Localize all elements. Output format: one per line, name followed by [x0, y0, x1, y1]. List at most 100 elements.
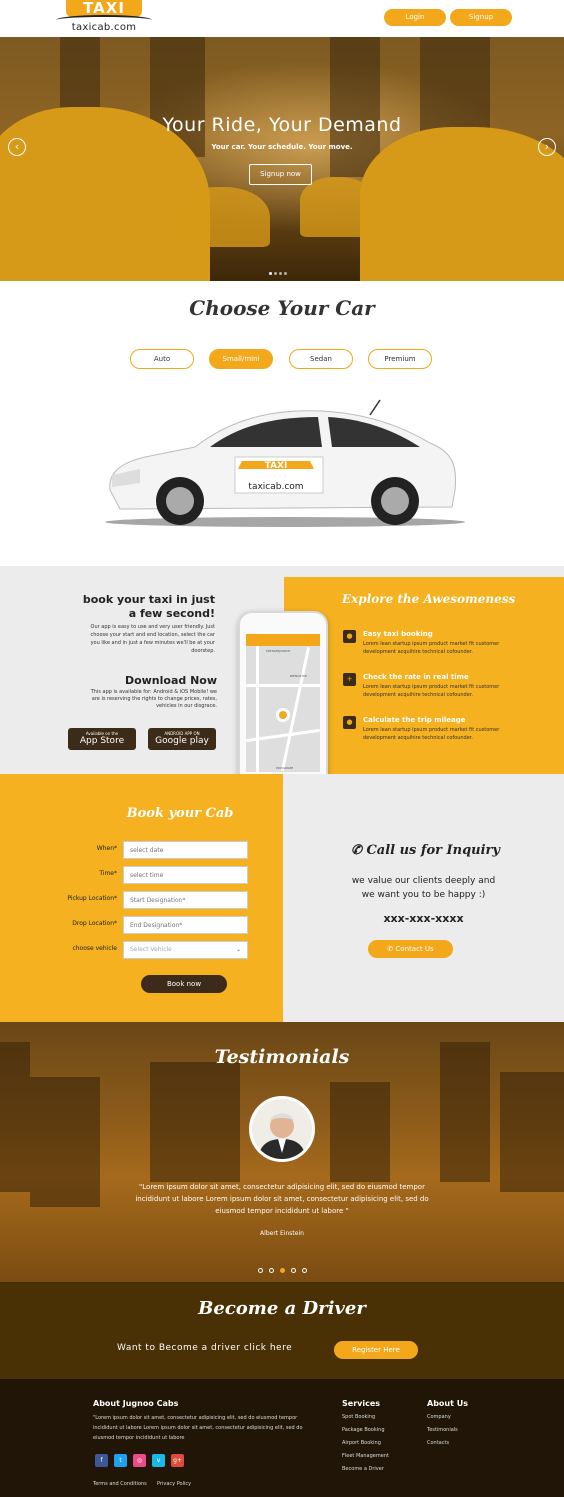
- logo-domain: taxicab.com: [71, 22, 137, 33]
- testimonial-dot[interactable]: [291, 1268, 296, 1273]
- feature-text: Lorem lean startup ipsum product market …: [363, 641, 500, 655]
- chevron-right-icon[interactable]: ›: [538, 138, 556, 156]
- privacy-link[interactable]: Privacy Policy: [157, 1481, 191, 1487]
- pickup-label: Pickup Location*: [67, 895, 117, 902]
- hero-subtitle: Your car. Your schedule. Your move.: [211, 143, 353, 151]
- explore-title: Explore the Awesomeness: [342, 592, 516, 606]
- map-pin-icon: [276, 708, 290, 722]
- feature-title: Easy taxi booking: [363, 630, 433, 638]
- car-tab-premium[interactable]: Premium: [368, 349, 432, 369]
- terms-link[interactable]: Terms and Conditions: [93, 1481, 147, 1487]
- phone-icon: ✆: [351, 843, 367, 858]
- booking-title: Book your Cab: [126, 806, 234, 821]
- hero-dot[interactable]: [284, 272, 287, 275]
- footer-service-link[interactable]: Package Booking: [342, 1427, 385, 1433]
- hero-building: [330, 37, 380, 177]
- hero-title: Your Ride, Your Demand: [162, 114, 402, 136]
- when-label: When*: [96, 845, 117, 852]
- footer-about-link[interactable]: Testimonials: [427, 1427, 458, 1433]
- time-label: Time*: [99, 870, 117, 877]
- footer-about-link[interactable]: Contacts: [427, 1440, 449, 1446]
- app-store-button[interactable]: Available on the App Store: [68, 728, 136, 750]
- chevron-left-icon[interactable]: ‹: [8, 138, 26, 156]
- register-button[interactable]: Register Here: [334, 1341, 418, 1359]
- download-description: This app is available for: Android & iOS…: [90, 689, 217, 709]
- hero-dot[interactable]: [279, 272, 282, 275]
- inquiry-line: we value our clients deeply and: [351, 876, 496, 886]
- app-store-label: App Store: [79, 736, 125, 746]
- facebook-icon[interactable]: f: [95, 1454, 108, 1467]
- car-domain: taxicab.com: [248, 482, 303, 492]
- book-now-button[interactable]: Book now: [141, 975, 227, 993]
- inquiry-title: ✆ Call us for Inquiry: [285, 843, 564, 858]
- testimonial-author: Albert Einstein: [260, 1230, 304, 1237]
- testimonial-dot[interactable]: [302, 1268, 307, 1273]
- vehicle-select-value: Select Vehicle: [130, 946, 172, 953]
- vimeo-icon[interactable]: v: [152, 1454, 165, 1467]
- app-title: book your taxi in just a few second!: [60, 593, 215, 621]
- footer-about-link[interactable]: Company: [427, 1414, 451, 1420]
- site-logo[interactable]: TAXI taxicab.com: [52, 0, 156, 36]
- testimonial-quote: "Lorem ipsum dolor sit amet, consectetur…: [135, 1183, 429, 1215]
- footer-services-title: Services: [342, 1399, 381, 1408]
- phone-mockup: MISTRZEJOWICE BIENCZYCE PODGORZE: [238, 611, 328, 796]
- location-pin-icon: ●: [343, 630, 356, 643]
- location-pin-icon: ●: [343, 716, 356, 729]
- chevron-down-icon: ⌄: [235, 946, 241, 953]
- driver-subtitle: Want to Become a driver click here: [117, 1343, 293, 1353]
- testimonial-dot[interactable]: [258, 1268, 263, 1273]
- pickup-input[interactable]: [123, 891, 248, 909]
- google-play-label: Google play: [155, 736, 209, 746]
- hero-dot[interactable]: [274, 272, 277, 275]
- testimonial-pagination: [258, 1258, 318, 1273]
- car-tab-small[interactable]: Small/mini: [209, 349, 273, 369]
- driver-section: [0, 1282, 564, 1379]
- hero-taxi-mid: [180, 187, 270, 247]
- avatar: [249, 1096, 315, 1162]
- inquiry-subtitle: we value our clients deeply and we want y…: [283, 874, 564, 902]
- footer-service-link[interactable]: Become a Driver: [342, 1466, 384, 1472]
- driver-title: Become a Driver: [198, 1298, 366, 1319]
- app-title-line: book your taxi in just: [82, 593, 215, 606]
- feature-text: Lorem lean startup ipsum product market …: [363, 684, 500, 698]
- car-image: TAXI taxicab.com: [105, 399, 465, 527]
- footer-about-us-title: About Us: [427, 1399, 468, 1408]
- vehicle-select[interactable]: Select Vehicle ⌄: [123, 941, 248, 959]
- map-label: BIENCZYCE: [290, 674, 307, 678]
- footer-about-title: About Jugnoo Cabs: [93, 1399, 179, 1408]
- car-tab-auto[interactable]: Auto: [130, 349, 194, 369]
- footer-service-link[interactable]: Fleet Management: [342, 1453, 389, 1459]
- phone-number: xxx-xxx-xxxx: [383, 912, 464, 925]
- phone-app-bar: [246, 634, 320, 646]
- hero-signup-button[interactable]: Signup now: [249, 164, 312, 185]
- twitter-icon[interactable]: t: [114, 1454, 127, 1467]
- testimonials-title: Testimonials: [214, 1046, 350, 1068]
- google-plus-icon[interactable]: g+: [171, 1454, 184, 1467]
- inquiry-line: we want you to be happy :): [361, 890, 486, 900]
- time-input[interactable]: [123, 866, 248, 884]
- testimonial-dot[interactable]: [280, 1268, 285, 1273]
- phone-map: MISTRZEJOWICE BIENCZYCE PODGORZE: [246, 634, 320, 772]
- vehicle-label: choose vehicle: [72, 945, 117, 952]
- footer-service-link[interactable]: Airport Booking: [342, 1440, 381, 1446]
- car-tab-sedan[interactable]: Sedan: [289, 349, 353, 369]
- contact-us-label: Contact Us: [395, 945, 434, 953]
- testimonial-dot[interactable]: [269, 1268, 274, 1273]
- download-title: Download Now: [124, 674, 217, 687]
- feature-title: Calculate the trip mileage: [363, 716, 466, 724]
- dribbble-icon[interactable]: ◎: [133, 1454, 146, 1467]
- google-play-button[interactable]: ANDROID APP ON Google play: [148, 728, 216, 750]
- plus-icon: +: [343, 673, 356, 686]
- signup-button[interactable]: Signup: [450, 9, 512, 26]
- choose-car-title: Choose Your Car: [189, 296, 375, 320]
- drop-input[interactable]: [123, 916, 248, 934]
- hero-pagination: [269, 260, 293, 275]
- drop-label: Drop Location*: [72, 920, 117, 927]
- login-button[interactable]: Login: [384, 9, 446, 26]
- feature-title: Check the rate in real time: [363, 673, 469, 681]
- footer-service-link[interactable]: Spot Booking: [342, 1414, 375, 1420]
- hero-dot[interactable]: [269, 272, 272, 275]
- hero-slider: [0, 37, 564, 281]
- date-input[interactable]: [123, 841, 248, 859]
- contact-us-button[interactable]: ✆ Contact Us: [368, 940, 453, 958]
